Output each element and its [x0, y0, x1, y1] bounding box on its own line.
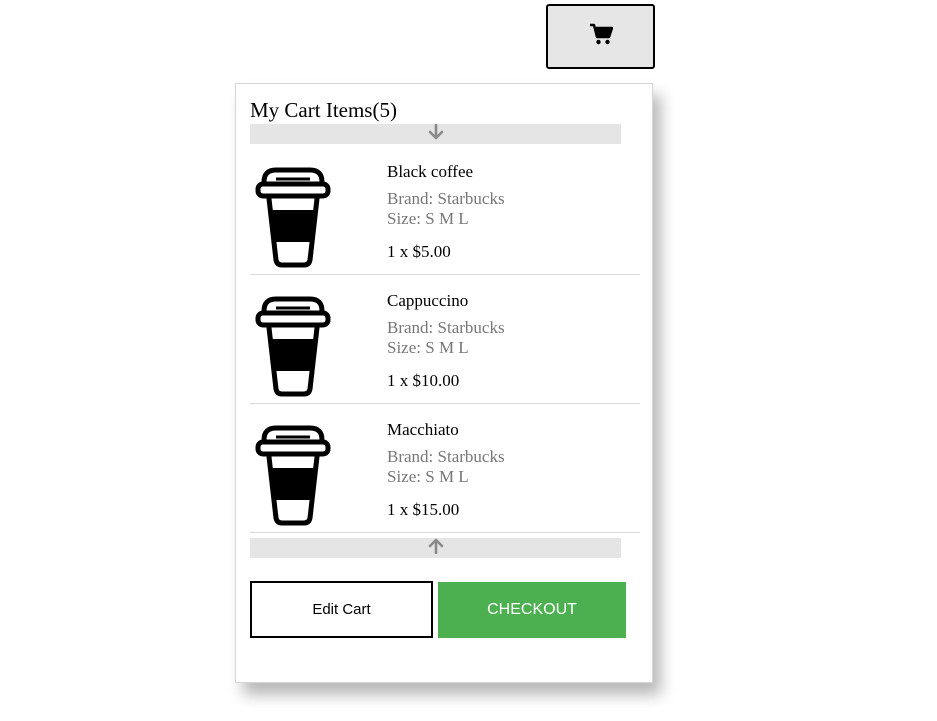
- cart-item[interactable]: Macchiato Brand: Starbucks Size: S M L 1…: [250, 404, 640, 533]
- item-size: Size: S M L: [387, 209, 469, 228]
- shopping-cart-icon: [589, 23, 613, 50]
- item-size: Size: S M L: [387, 467, 469, 486]
- item-qty-price: 1 x $10.00: [387, 371, 460, 390]
- item-qty-price: 1 x $15.00: [387, 500, 460, 519]
- scroll-up-button[interactable]: [250, 538, 621, 558]
- coffee-cup-icon: [254, 424, 332, 526]
- item-size: Size: S M L: [387, 338, 469, 357]
- cart-item[interactable]: Black coffee Brand: Starbucks Size: S M …: [250, 146, 640, 275]
- edit-cart-button[interactable]: Edit Cart: [250, 581, 433, 638]
- item-brand: Brand: Starbucks: [387, 318, 505, 337]
- item-name: Macchiato: [387, 420, 459, 439]
- scroll-down-button[interactable]: [250, 123, 621, 145]
- cart-title: My Cart Items(5): [250, 98, 397, 122]
- cart-dropdown-panel: My Cart Items(5) Black coffee Brand: Sta…: [235, 83, 653, 683]
- cart-item[interactable]: Cappuccino Brand: Starbucks Size: S M L …: [250, 275, 640, 404]
- coffee-cup-icon: [254, 166, 332, 268]
- item-brand: Brand: Starbucks: [387, 189, 505, 208]
- cart-toggle-button[interactable]: [546, 4, 655, 69]
- checkout-button[interactable]: CHECKOUT: [438, 582, 626, 638]
- arrow-up-icon: [428, 538, 444, 559]
- item-name: Black coffee: [387, 162, 474, 181]
- item-brand: Brand: Starbucks: [387, 447, 505, 466]
- cart-item-list: Black coffee Brand: Starbucks Size: S M …: [250, 146, 640, 533]
- item-name: Cappuccino: [387, 291, 469, 310]
- item-qty-price: 1 x $5.00: [387, 242, 451, 261]
- coffee-cup-icon: [254, 295, 332, 397]
- arrow-down-icon: [428, 123, 444, 145]
